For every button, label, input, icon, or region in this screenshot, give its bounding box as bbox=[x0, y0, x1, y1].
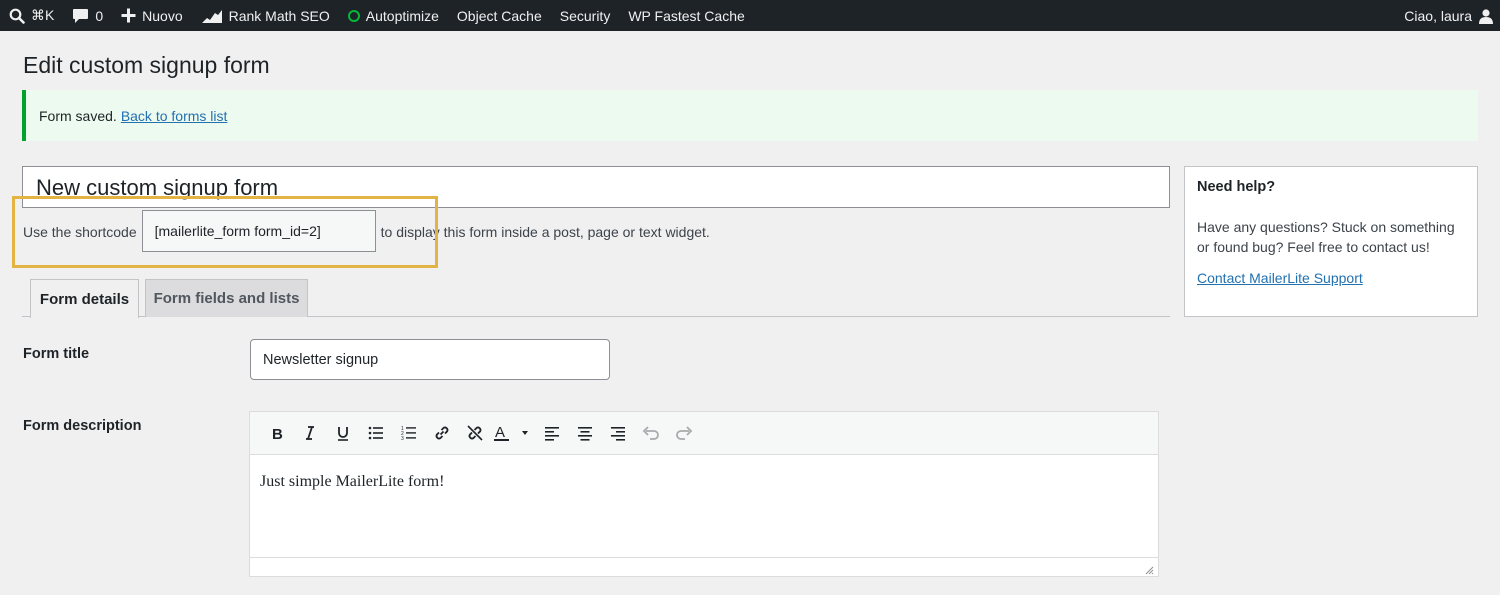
description-editor: B 123 A Just simple MailerLite form! bbox=[249, 411, 1159, 577]
search-shortcut: ⌘K bbox=[31, 7, 55, 23]
redo-icon bbox=[675, 426, 692, 440]
admin-bar-new[interactable]: Nuovo bbox=[112, 0, 191, 31]
status-dot-icon bbox=[347, 9, 360, 22]
form-title-label: Form title bbox=[23, 346, 90, 362]
success-notice: Form saved. Back to forms list bbox=[22, 90, 1478, 141]
italic-icon bbox=[305, 426, 314, 440]
bullet-list-icon bbox=[368, 426, 383, 440]
align-center-button[interactable] bbox=[568, 418, 601, 448]
editor-toolbar: B 123 A bbox=[250, 412, 1158, 455]
align-center-icon bbox=[577, 427, 592, 441]
admin-bar: ⌘K 0 Nuovo Rank Math SEO Autoptimize Obj… bbox=[0, 0, 1500, 31]
back-to-forms-link[interactable]: Back to forms list bbox=[121, 108, 228, 124]
contact-support-link[interactable]: Contact MailerLite Support bbox=[1197, 270, 1363, 286]
align-left-icon bbox=[544, 427, 559, 441]
form-title-input[interactable]: Newsletter signup bbox=[250, 339, 610, 380]
align-right-icon bbox=[610, 427, 625, 441]
admin-bar-rank-math[interactable]: Rank Math SEO bbox=[192, 0, 339, 31]
help-box: Need help? Have any questions? Stuck on … bbox=[1184, 166, 1478, 317]
tab-form-fields-and-lists[interactable]: Form fields and lists bbox=[145, 279, 308, 317]
resize-handle-icon[interactable] bbox=[1144, 565, 1154, 575]
help-text: Have any questions? Stuck on something o… bbox=[1197, 219, 1455, 255]
new-label: Nuovo bbox=[142, 7, 183, 24]
numbered-list-icon: 123 bbox=[401, 426, 416, 441]
bullet-list-button[interactable] bbox=[359, 418, 392, 448]
link-icon bbox=[435, 426, 448, 440]
svg-text:A: A bbox=[495, 424, 505, 441]
user-icon bbox=[1479, 8, 1493, 24]
unlink-icon bbox=[466, 425, 483, 441]
svg-text:B: B bbox=[272, 426, 283, 441]
tab-form-details[interactable]: Form details bbox=[30, 279, 139, 318]
security-label: Security bbox=[559, 7, 611, 24]
numbered-list-button[interactable]: 123 bbox=[392, 418, 425, 448]
shortcode-row: Use the shortcode [mailerlite_form form_… bbox=[23, 210, 710, 252]
comments-count: 0 bbox=[95, 7, 104, 24]
admin-bar-autoptimize[interactable]: Autoptimize bbox=[339, 0, 448, 31]
editor-status-bar bbox=[250, 557, 1158, 577]
bold-button[interactable]: B bbox=[260, 418, 293, 448]
underline-icon bbox=[337, 427, 348, 441]
notice-text: Form saved. bbox=[39, 107, 117, 124]
admin-bar-wp-fastest-cache[interactable]: WP Fastest Cache bbox=[619, 0, 753, 31]
admin-bar-search[interactable]: ⌘K bbox=[0, 0, 63, 31]
admin-bar-security[interactable]: Security bbox=[551, 0, 620, 31]
form-description-label: Form description bbox=[23, 418, 142, 434]
form-name-input[interactable]: New custom signup form bbox=[22, 166, 1170, 208]
svg-text:3: 3 bbox=[401, 436, 404, 441]
remove-link-button[interactable] bbox=[458, 418, 491, 448]
search-icon bbox=[9, 8, 25, 24]
admin-bar-comments[interactable]: 0 bbox=[63, 0, 112, 31]
admin-bar-object-cache[interactable]: Object Cache bbox=[448, 0, 551, 31]
text-color-icon: A bbox=[494, 424, 528, 441]
undo-icon bbox=[642, 426, 659, 440]
admin-bar-account[interactable]: Ciao, laura bbox=[1395, 0, 1500, 31]
align-right-button[interactable] bbox=[601, 418, 634, 448]
greeting: Ciao, laura bbox=[1404, 7, 1472, 24]
wp-fastest-cache-label: WP Fastest Cache bbox=[628, 7, 745, 24]
insert-link-button[interactable] bbox=[425, 418, 458, 448]
shortcode-description: to display this form inside a post, page… bbox=[380, 224, 710, 240]
plus-icon bbox=[121, 8, 136, 23]
rank-math-label: Rank Math SEO bbox=[228, 7, 330, 24]
text-color-button[interactable]: A bbox=[491, 418, 535, 448]
redo-button[interactable] bbox=[667, 418, 700, 448]
object-cache-label: Object Cache bbox=[456, 7, 542, 24]
help-title: Need help? bbox=[1197, 179, 1276, 195]
rank-math-icon bbox=[201, 9, 222, 23]
align-left-button[interactable] bbox=[535, 418, 568, 448]
shortcode-label: Use the shortcode bbox=[23, 224, 137, 240]
description-text-area[interactable]: Just simple MailerLite form! bbox=[250, 455, 1158, 557]
bold-icon: B bbox=[272, 426, 283, 441]
comment-icon bbox=[73, 8, 89, 23]
form-tabs: Form details Form fields and lists bbox=[22, 279, 1170, 318]
autoptimize-label: Autoptimize bbox=[365, 7, 439, 24]
italic-button[interactable] bbox=[293, 418, 326, 448]
underline-button[interactable] bbox=[326, 418, 359, 448]
page-title: Edit custom signup form bbox=[23, 52, 270, 78]
shortcode-field[interactable]: [mailerlite_form form_id=2] bbox=[141, 210, 376, 252]
undo-button[interactable] bbox=[634, 418, 667, 448]
